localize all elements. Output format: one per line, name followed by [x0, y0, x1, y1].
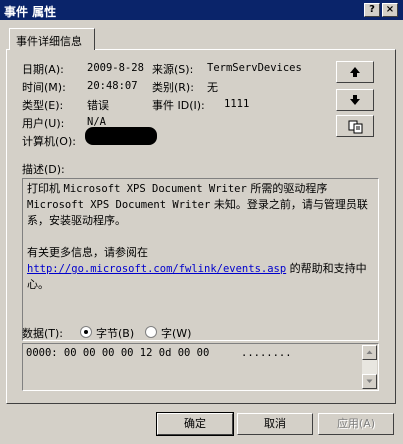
tab-event-details[interactable]: 事件详细信息	[9, 28, 95, 50]
window-title: 事件 属性	[4, 5, 57, 19]
ok-button[interactable]: 确定	[156, 412, 234, 436]
apply-button[interactable]: 应用(A)	[318, 413, 394, 435]
data-textbox[interactable]: 0000: 00 00 00 00 12 0d 00 00 ........	[22, 343, 379, 391]
source-label: 来源(S):	[152, 63, 194, 76]
data-scrollbar[interactable]	[362, 345, 377, 389]
arrow-down-icon	[350, 95, 360, 105]
event-id-label: 事件 ID(I):	[152, 99, 205, 112]
description-textbox[interactable]: 打印机 Microsoft XPS Document Writer 所需的驱动程…	[22, 178, 379, 341]
close-button[interactable]: ×	[382, 3, 398, 17]
redacted-computer-name	[85, 127, 157, 145]
arrow-up-icon	[350, 67, 360, 77]
scroll-down-icon	[366, 379, 373, 383]
bytes-radio-label[interactable]: 字节(B)	[96, 325, 134, 341]
description-text: 打印机 Microsoft XPS Document Writer 所需的驱动程…	[27, 182, 368, 291]
category-value: 无	[207, 81, 218, 94]
type-value: 错误	[87, 99, 109, 112]
radio-selected-dot	[84, 330, 88, 334]
words-radio-label[interactable]: 字(W)	[161, 325, 191, 341]
data-label: 数据(T):	[22, 327, 64, 340]
event-properties-window: 事件 属性 ? × 事件详细信息 日期(A): 2009-8-28 来源(S):…	[0, 0, 403, 444]
time-value: 20:48:07	[87, 80, 138, 92]
more-info-text: 有关更多信息，请参阅在	[27, 246, 148, 259]
source-value: TermServDevices	[207, 62, 302, 74]
user-label: 用户(U):	[22, 117, 65, 130]
copy-icon	[348, 120, 363, 134]
bytes-radio[interactable]	[80, 326, 92, 338]
time-label: 时间(M):	[22, 81, 66, 94]
type-label: 类型(E):	[22, 99, 64, 112]
computer-label: 计算机(O):	[22, 135, 76, 148]
scroll-down-button[interactable]	[362, 374, 377, 389]
words-radio[interactable]	[145, 326, 157, 338]
event-id-value: 1111	[224, 98, 250, 110]
title-bar[interactable]: 事件 属性 ? ×	[0, 0, 403, 20]
data-hex-line: 0000: 00 00 00 00 12 0d 00 00	[26, 347, 210, 359]
date-label: 日期(A):	[22, 63, 64, 76]
description-label: 描述(D):	[22, 163, 65, 176]
copy-button[interactable]	[336, 115, 374, 137]
help-button[interactable]: ?	[364, 3, 380, 17]
help-link[interactable]: http://go.microsoft.com/fwlink/events.as…	[27, 263, 286, 275]
data-ascii: ........	[241, 347, 292, 359]
category-label: 类别(R):	[152, 81, 194, 94]
previous-event-button[interactable]	[336, 61, 374, 83]
date-value: 2009-8-28	[87, 62, 144, 74]
scroll-up-button[interactable]	[362, 345, 377, 360]
next-event-button[interactable]	[336, 89, 374, 111]
scroll-up-icon	[366, 350, 373, 354]
cancel-button[interactable]: 取消	[237, 413, 313, 435]
tab-label: 事件详细信息	[16, 35, 82, 48]
